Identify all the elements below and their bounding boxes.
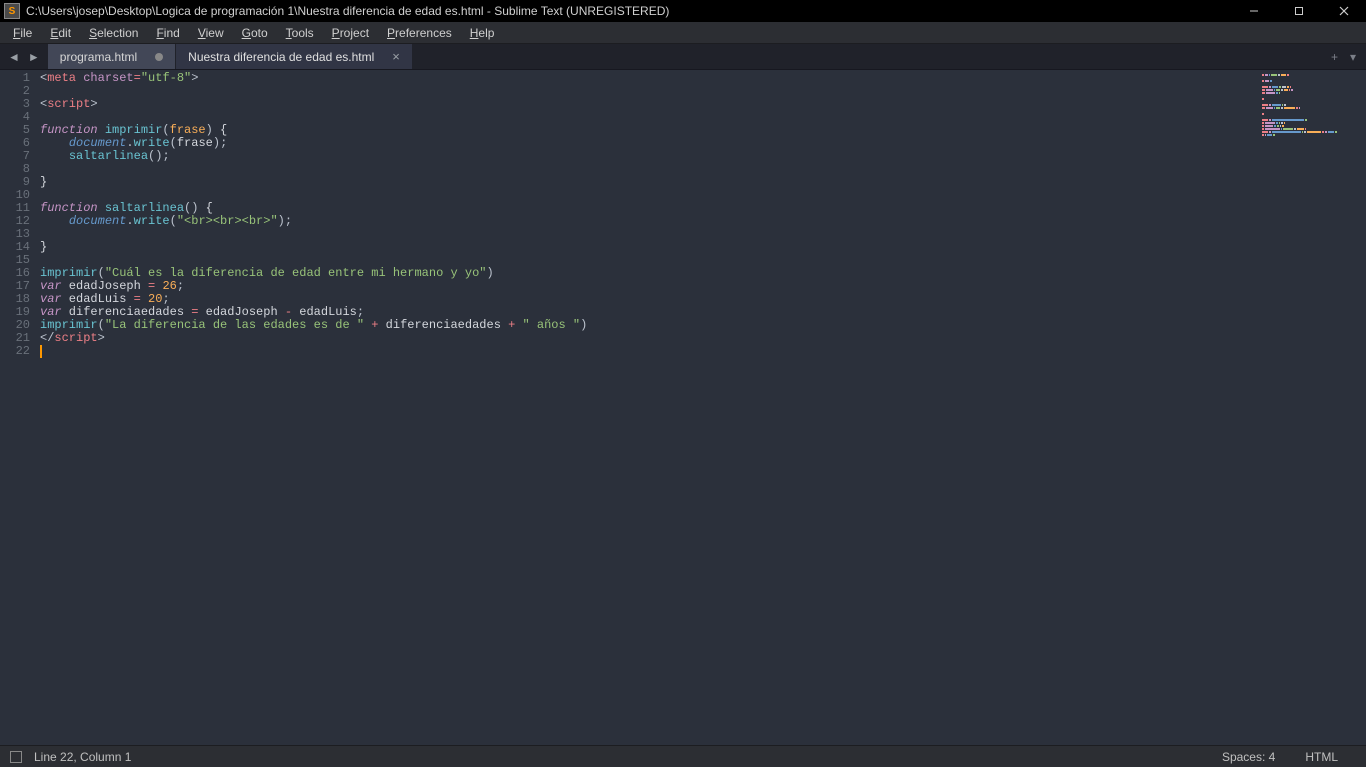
code-line[interactable]: document.write("<br><br><br>"); (40, 215, 1256, 228)
code-line[interactable]: <meta charset="utf-8"> (40, 72, 1256, 85)
menu-edit[interactable]: Edit (41, 24, 80, 42)
tab-close-icon[interactable]: × (392, 49, 400, 64)
code-line[interactable]: </script> (40, 332, 1256, 345)
code-line[interactable] (40, 189, 1256, 202)
minimap[interactable] (1256, 70, 1366, 745)
code-line[interactable]: } (40, 176, 1256, 189)
code-line[interactable] (40, 163, 1256, 176)
code-line[interactable]: <script> (40, 98, 1256, 111)
menu-tools[interactable]: Tools (277, 24, 323, 42)
app-icon: S (4, 3, 20, 19)
code-line[interactable]: } (40, 241, 1256, 254)
tab[interactable]: Nuestra diferencia de edad es.html × (176, 44, 413, 69)
menu-view[interactable]: View (189, 24, 233, 42)
menu-goto[interactable]: Goto (233, 24, 277, 42)
code-line[interactable] (40, 228, 1256, 241)
menu-help[interactable]: Help (461, 24, 504, 42)
text-cursor (40, 345, 42, 358)
code-line[interactable] (40, 345, 1256, 358)
status-bar: Line 22, Column 1 Spaces: 4 HTML (0, 745, 1366, 767)
minimize-button[interactable] (1231, 0, 1276, 22)
code-line[interactable]: var edadJoseph = 26; (40, 280, 1256, 293)
tab-nav-next-icon[interactable]: ► (28, 50, 40, 64)
new-tab-button[interactable]: + (1331, 50, 1338, 64)
close-button[interactable] (1321, 0, 1366, 22)
code-line[interactable]: imprimir("Cuál es la diferencia de edad … (40, 267, 1256, 280)
cursor-position[interactable]: Line 22, Column 1 (34, 750, 131, 764)
window-title: C:\Users\josep\Desktop\Logica de program… (26, 4, 1231, 18)
tab-menu-icon[interactable]: ▾ (1350, 50, 1356, 64)
code-line[interactable]: saltarlinea(); (40, 150, 1256, 163)
menu-file[interactable]: File (4, 24, 41, 42)
menu-selection[interactable]: Selection (80, 24, 147, 42)
tab-label: Nuestra diferencia de edad es.html (188, 50, 374, 64)
tab-nav-prev-icon[interactable]: ◄ (8, 50, 20, 64)
maximize-button[interactable] (1276, 0, 1321, 22)
line-number-gutter: 12345678910111213141516171819202122 (0, 70, 40, 745)
menu-preferences[interactable]: Preferences (378, 24, 461, 42)
code-line[interactable]: imprimir("La diferencia de las edades es… (40, 319, 1256, 332)
code-content[interactable]: <meta charset="utf-8"><script>function i… (40, 70, 1256, 745)
menu-project[interactable]: Project (323, 24, 378, 42)
syntax-setting[interactable]: HTML (1305, 750, 1338, 764)
editor-area[interactable]: 12345678910111213141516171819202122 <met… (0, 70, 1366, 745)
code-line[interactable] (40, 85, 1256, 98)
tab-dirty-icon (155, 53, 163, 61)
panel-switcher-icon[interactable] (10, 751, 22, 763)
window-titlebar: S C:\Users\josep\Desktop\Logica de progr… (0, 0, 1366, 22)
tab-bar: ◄ ► programa.html Nuestra diferencia de e… (0, 44, 1366, 70)
indentation-setting[interactable]: Spaces: 4 (1222, 750, 1275, 764)
line-number: 22 (6, 345, 30, 358)
menu-find[interactable]: Find (147, 24, 188, 42)
menubar: FileEditSelectionFindViewGotoToolsProjec… (0, 22, 1366, 44)
code-line[interactable]: document.write(frase); (40, 137, 1256, 150)
tab[interactable]: programa.html (48, 44, 176, 69)
tab-label: programa.html (60, 50, 137, 64)
